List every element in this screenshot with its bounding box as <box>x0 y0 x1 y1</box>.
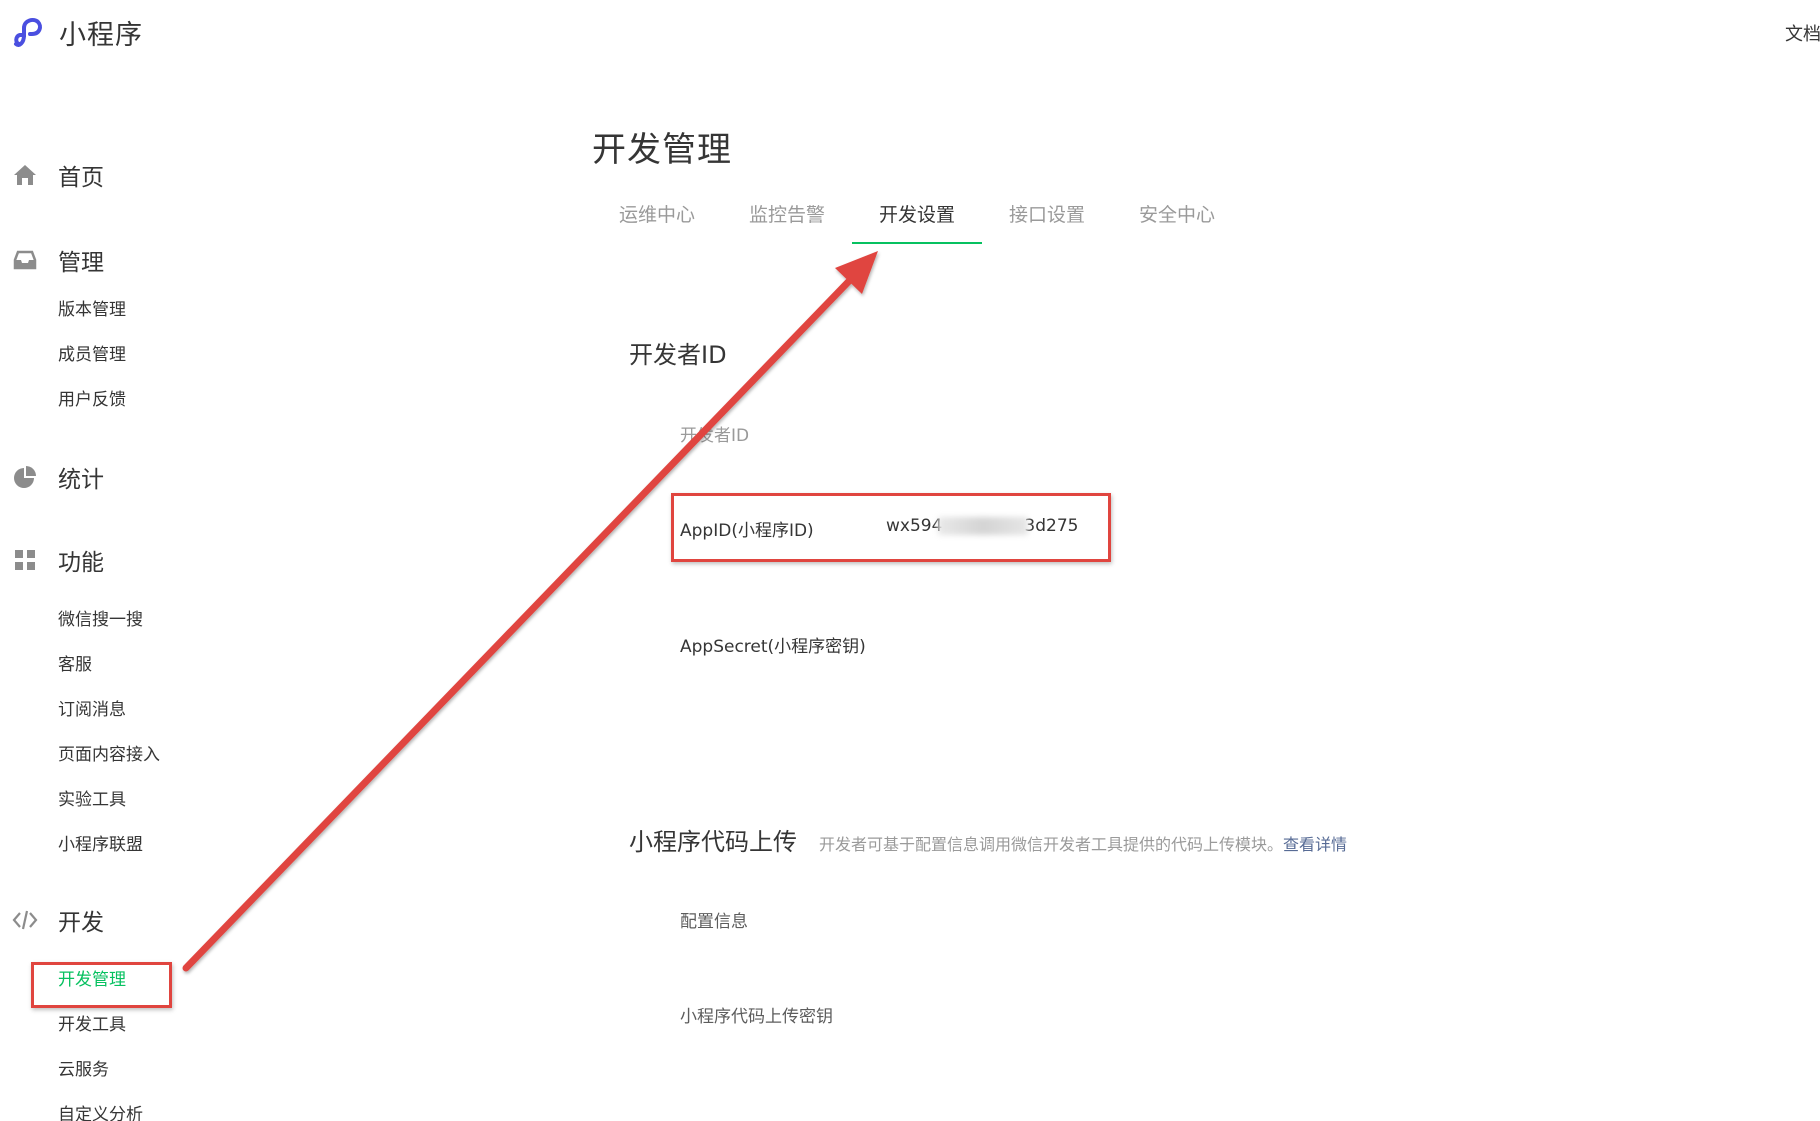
developer-id-section-title: 开发者ID <box>629 341 727 369</box>
tab-monitoring-alerts[interactable]: 监控告警 <box>722 200 852 244</box>
sidebar-item-cloud-service[interactable]: 云服务 <box>58 1058 109 1082</box>
appid-highlight-box <box>671 493 1111 562</box>
tab-security-center[interactable]: 安全中心 <box>1112 200 1242 244</box>
arrow-head <box>835 251 878 294</box>
code-upload-description: 开发者可基于配置信息调用微信开发者工具提供的代码上传模块。 <box>819 835 1284 854</box>
code-icon <box>12 907 38 933</box>
view-details-link[interactable]: 查看详情 <box>1283 835 1347 854</box>
sidebar-group-manage[interactable]: 管理 <box>12 243 104 277</box>
sidebar-group-label: 管理 <box>58 250 104 276</box>
home-icon <box>12 162 38 188</box>
appsecret-label: AppSecret(小程序密钥) <box>680 637 866 657</box>
tab-ops-center[interactable]: 运维中心 <box>592 200 722 244</box>
sidebar-item-user-feedback[interactable]: 用户反馈 <box>58 388 126 412</box>
sidebar-group-development[interactable]: 开发 <box>12 903 104 937</box>
sidebar-group-features[interactable]: 功能 <box>12 543 104 577</box>
sidebar-item-wechat-search[interactable]: 微信搜一搜 <box>58 608 143 632</box>
config-info-label: 配置信息 <box>680 912 748 932</box>
code-upload-section: 小程序代码上传 开发者可基于配置信息调用微信开发者工具提供的代码上传模块。查看详情 <box>629 822 1347 857</box>
sidebar-item-subscribe-message[interactable]: 订阅消息 <box>58 698 126 722</box>
tab-api-settings[interactable]: 接口设置 <box>982 200 1112 244</box>
sidebar-item-custom-analytics[interactable]: 自定义分析 <box>58 1103 143 1121</box>
docs-link[interactable]: 文档 <box>1785 20 1820 46</box>
inbox-icon <box>12 247 38 273</box>
upload-key-label: 小程序代码上传密钥 <box>680 1007 833 1027</box>
sidebar-item-version-management[interactable]: 版本管理 <box>58 298 126 322</box>
sidebar-group-label: 统计 <box>58 467 104 493</box>
sidebar-item-customer-service[interactable]: 客服 <box>58 653 92 677</box>
sidebar-item-dev-tools[interactable]: 开发工具 <box>58 1013 126 1037</box>
sidebar-item-page-content[interactable]: 页面内容接入 <box>58 743 160 767</box>
developer-id-column-label: 开发者ID <box>680 426 750 446</box>
sidebar-item-miniprogram-alliance[interactable]: 小程序联盟 <box>58 833 143 857</box>
tab-dev-settings[interactable]: 开发设置 <box>852 200 982 244</box>
page-title: 开发管理 <box>592 130 732 170</box>
pie-chart-icon <box>12 464 38 490</box>
sidebar-item-member-management[interactable]: 成员管理 <box>58 343 126 367</box>
grid-icon <box>12 547 38 573</box>
dev-management-highlight-box <box>31 962 172 1008</box>
sidebar: 首页 管理 版本管理 成员管理 用户反馈 统计 功能 微信搜一搜 客服 订阅消息… <box>0 0 380 1121</box>
sidebar-group-label: 功能 <box>58 550 104 576</box>
sidebar-group-label: 首页 <box>58 165 104 191</box>
sidebar-group-statistics[interactable]: 统计 <box>12 460 104 494</box>
code-upload-section-title: 小程序代码上传 <box>629 828 797 856</box>
sidebar-item-experiment-tools[interactable]: 实验工具 <box>58 788 126 812</box>
sidebar-group-label: 开发 <box>58 910 104 936</box>
sidebar-group-home[interactable]: 首页 <box>12 158 104 192</box>
